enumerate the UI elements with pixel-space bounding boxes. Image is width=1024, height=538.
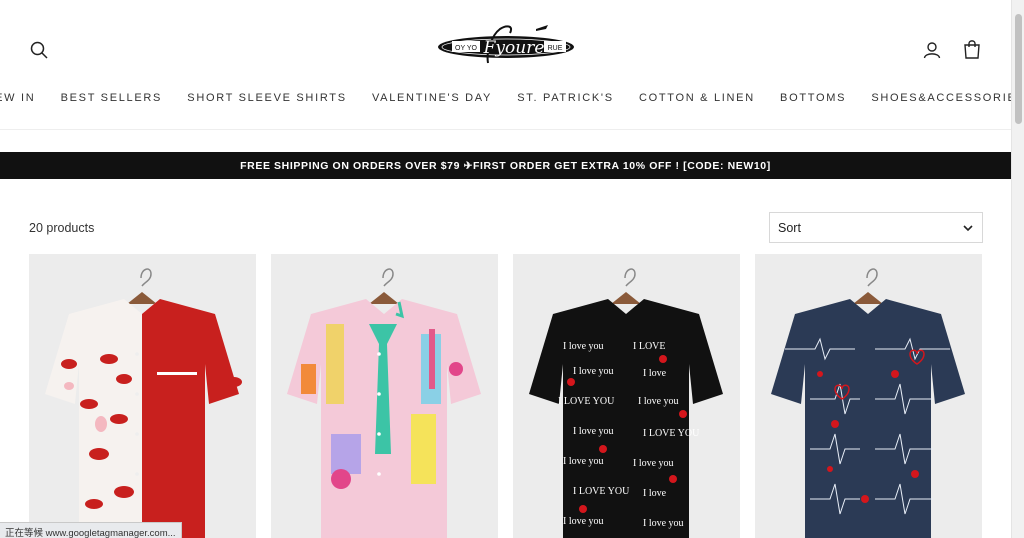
shirt-love-text-print: I love you I LOVE I love you I love I LOVE…	[529, 268, 723, 538]
shirt-heartbeat-print	[771, 268, 965, 538]
chevron-down-icon	[963, 225, 973, 232]
sort-select[interactable]: Sort	[769, 212, 983, 243]
product-card[interactable]	[271, 254, 498, 538]
svg-text:I LOVE YOU: I LOVE YOU	[643, 428, 700, 439]
nav-item-shoes-accessories[interactable]: SHOES&ACCESSORIES	[859, 92, 1011, 104]
nav-item-valentines-day[interactable]: VALENTINE'S DAY	[359, 92, 504, 104]
search-icon[interactable]	[26, 37, 52, 63]
shirt-city-print	[287, 268, 481, 538]
logo-right-text: RUE	[548, 45, 563, 52]
product-card[interactable]: I love you I LOVE I love you I love I LOVE…	[513, 254, 740, 538]
svg-text:I love you: I love you	[633, 458, 674, 469]
svg-text:I love you: I love you	[573, 426, 614, 437]
nav-item-st-patricks[interactable]: ST. PATRICK'S	[505, 92, 627, 104]
svg-text:I love: I love	[643, 368, 667, 379]
nav-item-short-sleeve-shirts[interactable]: SHORT SLEEVE SHIRTS	[175, 92, 360, 104]
nav-item-cotton-linen[interactable]: COTTON & LINEN	[626, 92, 767, 104]
announcement-bar[interactable]: FREE SHIPPING ON ORDERS OVER $79 ✈FIRST …	[0, 152, 1011, 179]
page-scrollbar[interactable]	[1011, 0, 1024, 538]
main-nav: NEW IN BEST SELLERS SHORT SLEEVE SHIRTS …	[0, 92, 1011, 104]
svg-text:I love you: I love you	[563, 516, 604, 527]
nav-item-new-in[interactable]: NEW IN	[0, 92, 48, 104]
svg-text:I LOVE: I LOVE	[633, 341, 666, 352]
product-grid: I love you I LOVE I love you I love I LOVE…	[29, 254, 983, 538]
storefront-page: OY YO RUE Fyoure NEW IN BEST SELLERS SHO…	[0, 0, 1011, 538]
logo-left-text: OY YO	[455, 45, 477, 52]
logo-wordmark: Fyoure	[483, 38, 545, 58]
sort-label: Sort	[778, 220, 801, 235]
scrollbar-thumb[interactable]	[1015, 14, 1022, 124]
product-card[interactable]	[755, 254, 982, 538]
shirt-lips-print	[45, 268, 242, 538]
nav-item-bottoms[interactable]: BOTTOMS	[767, 92, 858, 104]
browser-status-bar: 正在等候 www.googletagmanager.com...	[0, 522, 182, 538]
svg-text:I love you: I love you	[638, 396, 679, 407]
announcement-text: FREE SHIPPING ON ORDERS OVER $79 ✈FIRST …	[240, 159, 771, 172]
svg-text:I love you: I love you	[643, 518, 684, 529]
svg-text:I love you: I love you	[563, 456, 604, 467]
account-icon[interactable]	[919, 37, 945, 63]
product-count: 20 products	[29, 221, 95, 235]
svg-text:I love you: I love you	[573, 366, 614, 377]
svg-text:I LOVE YOU: I LOVE YOU	[558, 396, 615, 407]
brand-logo[interactable]: OY YO RUE Fyoure	[436, 21, 576, 77]
product-card[interactable]	[29, 254, 256, 538]
svg-text:I LOVE YOU: I LOVE YOU	[573, 486, 630, 497]
site-header: OY YO RUE Fyoure NEW IN BEST SELLERS SHO…	[0, 0, 1011, 130]
svg-text:I love you: I love you	[563, 341, 604, 352]
nav-item-best-sellers[interactable]: BEST SELLERS	[48, 92, 175, 104]
cart-icon[interactable]	[959, 36, 985, 62]
svg-text:I love: I love	[643, 488, 667, 499]
